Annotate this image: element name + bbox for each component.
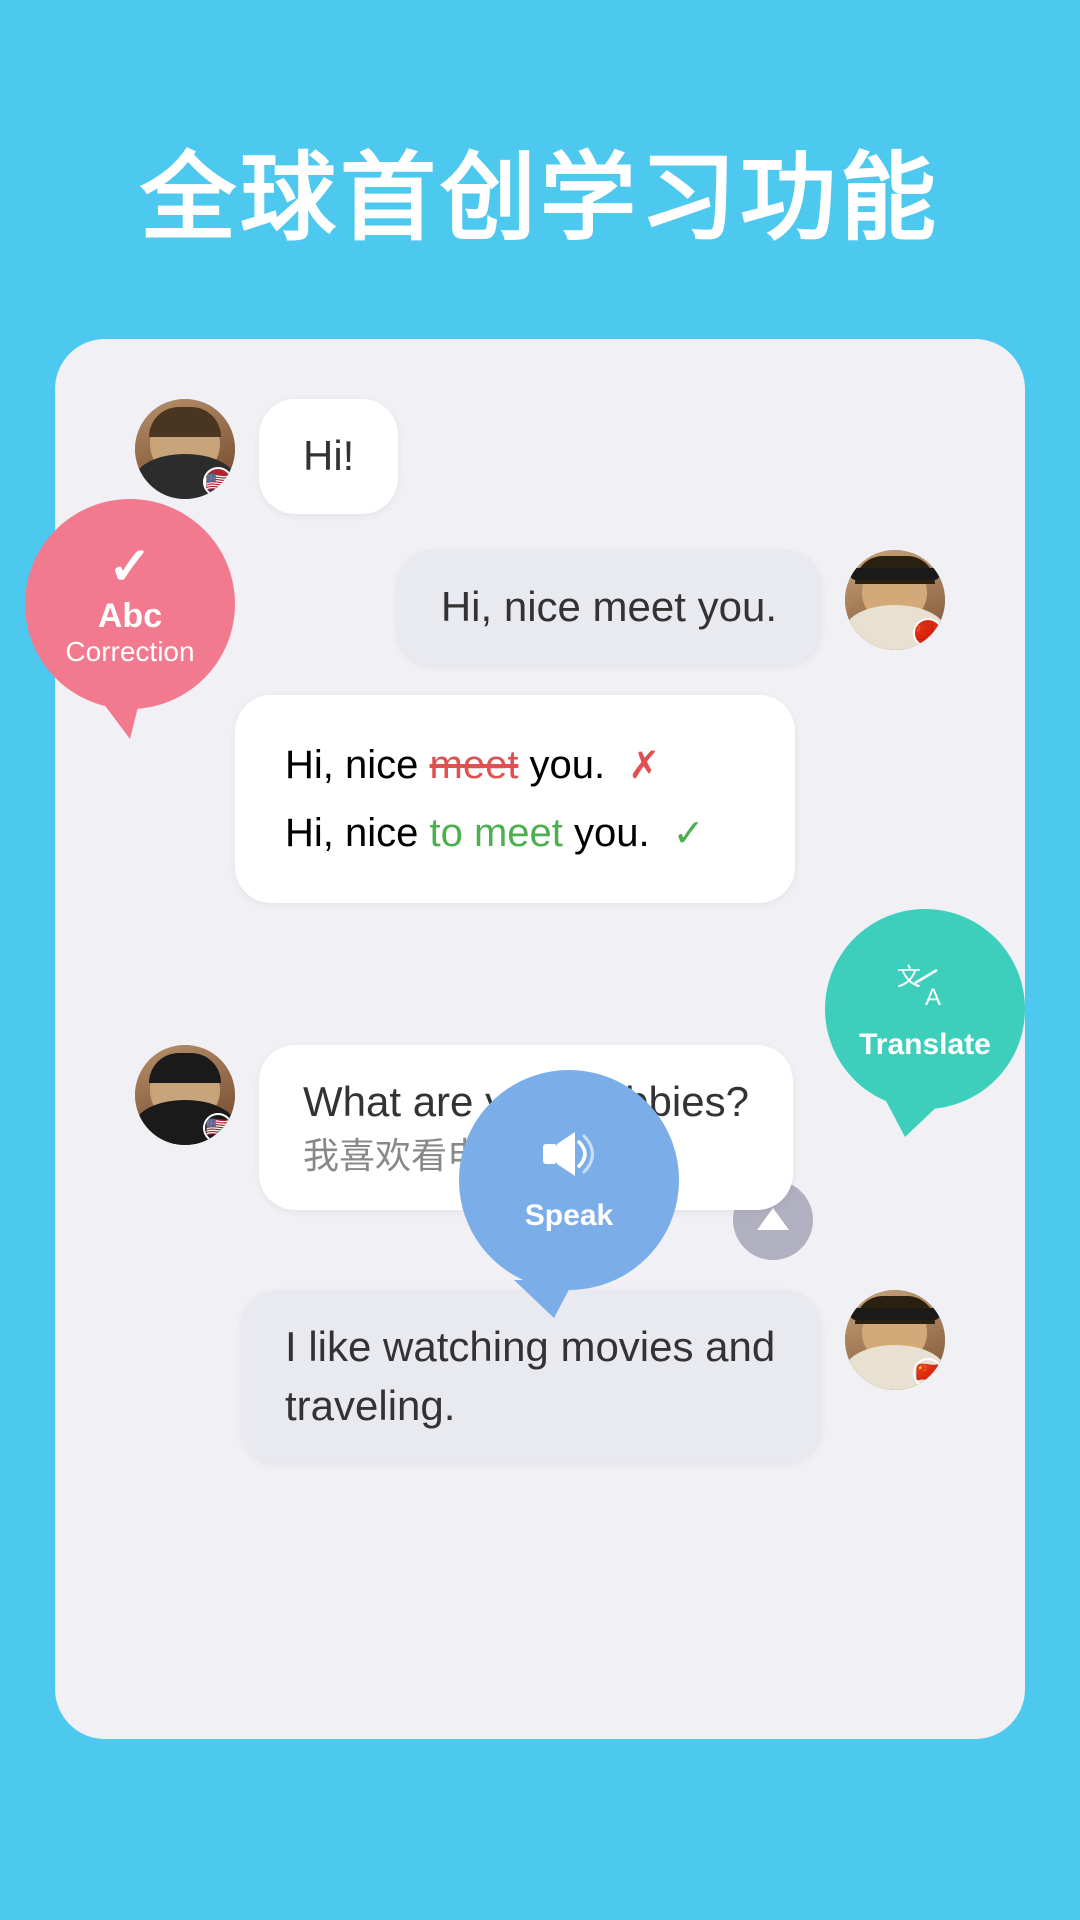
- svg-text:文: 文: [897, 964, 921, 991]
- flag-us-2: 🇺🇸: [203, 1113, 233, 1143]
- translate-icon: 文 A: [895, 955, 955, 1024]
- abc-label: Abc: [98, 597, 162, 636]
- flag-us: 🇺🇸: [203, 467, 233, 497]
- correction-wrong-line: Hi, nice meet you. ✗: [285, 731, 745, 799]
- bubble-hi-text: Hi!: [303, 432, 354, 479]
- message-row-hobbies: 文 A Translate: [105, 939, 975, 995]
- header: 全球首创学习功能: [0, 0, 1080, 339]
- check-mark-icon: ✓: [673, 813, 705, 855]
- wrong-word: meet: [430, 743, 519, 787]
- translate-feature-bubble[interactable]: 文 A Translate: [825, 909, 1025, 1109]
- checkmark-icon: ✓: [108, 541, 152, 593]
- translate-label: Translate: [859, 1028, 991, 1062]
- avatar-female-cn: 🇨🇳: [845, 550, 945, 650]
- x-mark-icon: ✗: [628, 745, 660, 787]
- chat-container: ✓ Abc Correction 🇺🇸 Hi! Hi, nice mee: [55, 339, 1025, 1739]
- message-row-hi: 🇺🇸 Hi!: [135, 399, 975, 514]
- abc-correction-bubble: ✓ Abc Correction: [25, 499, 235, 709]
- svg-text:A: A: [925, 984, 941, 1011]
- page-title: 全球首创学习功能: [0, 120, 1080, 259]
- bubble-nice-meet: Hi, nice meet you.: [397, 550, 821, 665]
- avatar-male-1: 🇺🇸: [135, 399, 235, 499]
- bubble-nice-meet-text: Hi, nice meet you.: [441, 583, 777, 630]
- message-row-nice-meet: Hi, nice meet you. 🇨🇳: [105, 550, 975, 665]
- correction-label: Correction: [65, 636, 194, 668]
- correction-card: Hi, nice meet you. ✗ Hi, nice to meet yo…: [235, 695, 795, 903]
- flag-cn: 🇨🇳: [913, 618, 943, 648]
- correct-word: to meet: [430, 811, 563, 855]
- speak-label: Speak: [525, 1199, 613, 1233]
- bubble-wow-text: I like watching movies and traveling.: [285, 1323, 775, 1429]
- bubble-hi: Hi!: [259, 399, 398, 514]
- correction-correct-line: Hi, nice to meet you. ✓: [285, 799, 745, 867]
- speak-feature-bubble[interactable]: Speak: [459, 1070, 679, 1290]
- avatar-male-2: 🇺🇸: [135, 1045, 235, 1145]
- flag-cn-2: 🇨🇳: [913, 1358, 943, 1388]
- avatar-female-cn-2: 🇨🇳: [845, 1290, 945, 1390]
- speak-icon: [539, 1126, 599, 1195]
